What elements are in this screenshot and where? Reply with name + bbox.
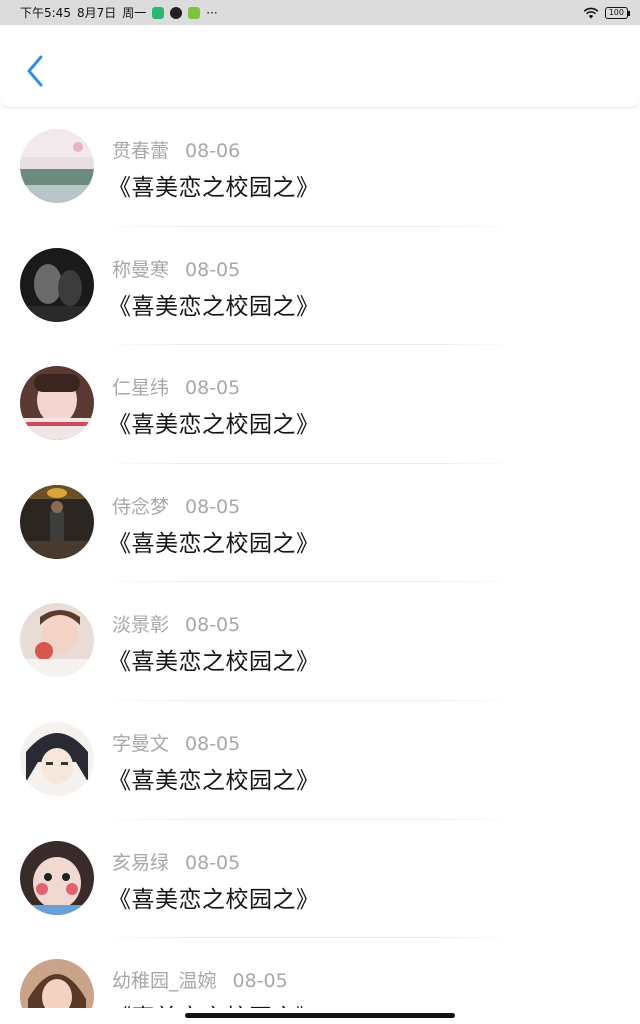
list-item[interactable]: 贯春蕾 08-06 《喜美恋之校园之》 (0, 108, 640, 227)
comment-meta: 亥易绿 08-05 (112, 848, 240, 875)
comment-text: 《喜美恋之校园之》 (108, 649, 320, 676)
avatar[interactable] (20, 484, 94, 559)
avatar-image (20, 247, 94, 322)
wifi-icon (583, 7, 599, 18)
comment-date: 08-05 (185, 377, 241, 400)
battery-icon: 100 (604, 6, 631, 19)
comment-meta: 称曼寒 08-05 (112, 255, 240, 282)
avatar[interactable] (20, 959, 94, 1008)
comment-date: 08-05 (185, 495, 241, 518)
list-item[interactable]: 亥易绿 08-05 《喜美恋之校园之》 (0, 820, 640, 939)
avatar[interactable] (20, 129, 94, 203)
comment-meta: 字曼文 08-05 (112, 729, 240, 756)
qq-notification-icon (170, 6, 183, 19)
list-item[interactable]: 淡景彰 08-05 《喜美恋之校园之》 (0, 582, 640, 701)
list-item[interactable]: 幼稚园_温婉 08-05 《喜美恋之校园之》 (0, 938, 640, 1008)
username[interactable]: 贯春蕾 (112, 140, 169, 162)
avatar[interactable] (20, 840, 94, 915)
avatar-image (20, 959, 94, 1008)
comment-date: 08-05 (185, 614, 241, 637)
comment-date: 08-05 (232, 970, 288, 993)
avatar-image (20, 366, 94, 441)
comment-meta: 淡景彰 08-05 (112, 610, 240, 637)
comment-meta: 仁星纬 08-05 (112, 373, 240, 400)
chevron-left-icon (27, 55, 43, 87)
avatar-image (20, 129, 94, 203)
back-button[interactable] (20, 53, 50, 89)
comment-text: 《喜美恋之校园之》 (108, 175, 320, 201)
username[interactable]: 亥易绿 (112, 852, 169, 874)
more-notifications-icon: ··· (206, 5, 218, 20)
status-weekday: 周一 (122, 6, 147, 20)
status-bar-left: 下午5:45 8月7日 周一 ··· (20, 4, 218, 21)
comment-text: 《喜美恋之校园之》 (108, 412, 320, 439)
comment-text: 《喜美恋之校园之》 (108, 767, 320, 794)
username[interactable]: 字曼文 (112, 733, 169, 755)
comment-meta: 幼稚园_温婉 08-05 (112, 966, 288, 993)
app-notification-icon (152, 6, 165, 19)
comment-date: 08-05 (185, 851, 241, 874)
list-item[interactable]: 侍念梦 08-05 《喜美恋之校园之》 (0, 464, 640, 583)
list-item[interactable]: 称曼寒 08-05 《喜美恋之校园之》 (0, 227, 640, 346)
home-indicator[interactable] (185, 1013, 455, 1018)
status-bar-right: 100 (583, 6, 631, 19)
comment-text: 《喜美恋之校园之》 (108, 886, 320, 913)
username[interactable]: 称曼寒 (112, 259, 169, 281)
app-store-notification-icon (188, 6, 201, 19)
comment-text: 《喜美恋之校园之》 (108, 530, 320, 557)
comment-date: 08-06 (185, 140, 241, 162)
status-bar: 下午5:45 8月7日 周一 ··· 100 (0, 0, 640, 25)
avatar[interactable] (20, 603, 94, 678)
avatar-image (20, 484, 94, 559)
username[interactable]: 侍念梦 (112, 496, 169, 518)
comment-text: 《喜美恋之校园之》 (108, 293, 320, 320)
avatar[interactable] (20, 247, 94, 322)
list-item[interactable]: 字曼文 08-05 《喜美恋之校园之》 (0, 701, 640, 820)
comment-date: 08-05 (185, 732, 241, 755)
list-item[interactable]: 仁星纬 08-05 《喜美恋之校园之》 (0, 345, 640, 464)
username[interactable]: 幼稚园_温婉 (112, 970, 217, 992)
comment-list[interactable]: 贯春蕾 08-06 《喜美恋之校园之》 称曼寒 08-05 《喜美恋之校园之》 (0, 108, 640, 1008)
comment-meta: 侍念梦 08-05 (112, 492, 240, 519)
username[interactable]: 仁星纬 (112, 377, 169, 399)
comment-meta: 贯春蕾 08-06 (112, 136, 240, 163)
top-nav-bar (0, 25, 640, 108)
status-time: 下午5:45 (20, 6, 71, 20)
comment-text: 《喜美恋之校园之》 (108, 998, 320, 1008)
avatar-image (20, 721, 94, 796)
avatar[interactable] (20, 721, 94, 796)
avatar[interactable] (20, 366, 94, 441)
comment-date: 08-05 (185, 258, 241, 281)
username[interactable]: 淡景彰 (112, 614, 169, 636)
avatar-image (20, 603, 94, 678)
status-date: 8月7日 (76, 6, 117, 20)
avatar-image (20, 840, 94, 915)
